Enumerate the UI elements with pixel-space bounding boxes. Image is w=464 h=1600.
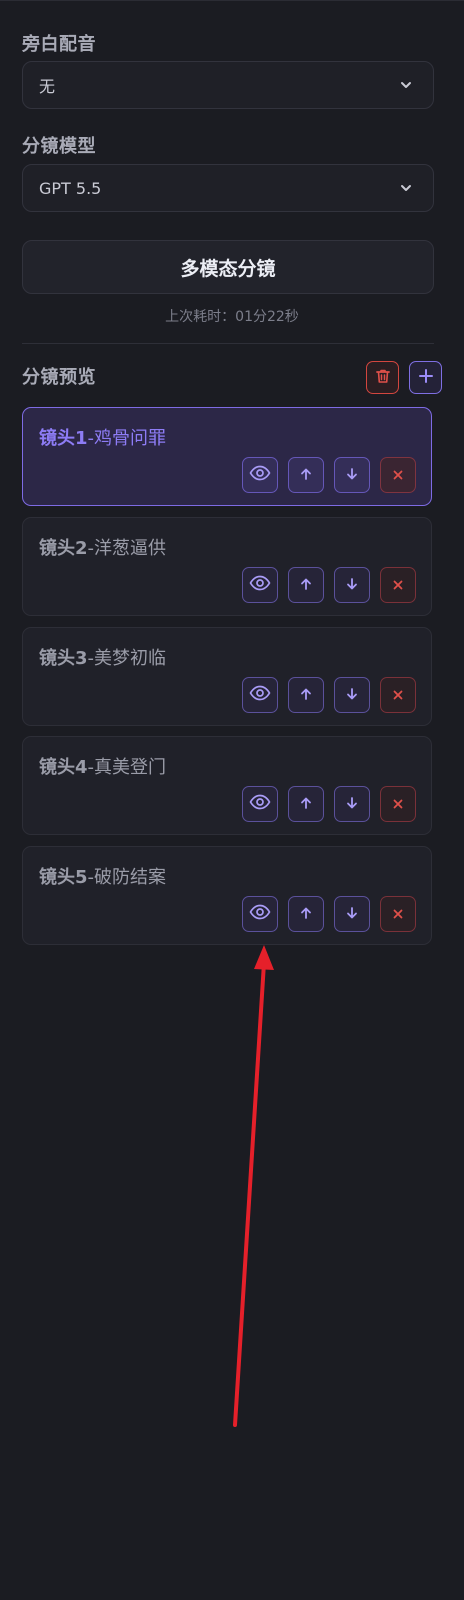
arrow-down-icon bbox=[345, 576, 359, 595]
shot-number: 镜头2 bbox=[39, 538, 88, 559]
arrow-down-icon bbox=[345, 905, 359, 924]
delete-shot-button[interactable] bbox=[380, 457, 416, 493]
move-up-button[interactable] bbox=[288, 896, 324, 932]
shot-name: -鸡骨问罪 bbox=[87, 428, 167, 449]
move-down-button[interactable] bbox=[334, 457, 370, 493]
eye-icon bbox=[249, 575, 271, 595]
shot-card[interactable]: 镜头2-洋葱逼供 bbox=[22, 517, 432, 616]
arrow-up-icon bbox=[299, 576, 313, 595]
shot-name: -美梦初临 bbox=[87, 648, 167, 669]
shot-actions bbox=[242, 786, 416, 822]
arrow-up-icon bbox=[299, 795, 313, 814]
close-icon bbox=[392, 905, 404, 924]
arrow-down-icon bbox=[345, 686, 359, 705]
preview-shot-button[interactable] bbox=[242, 786, 278, 822]
shot-actions bbox=[242, 896, 416, 932]
move-up-button[interactable] bbox=[288, 786, 324, 822]
chevron-down-icon bbox=[395, 74, 417, 96]
move-down-button[interactable] bbox=[334, 786, 370, 822]
delete-shot-button[interactable] bbox=[380, 896, 416, 932]
eye-icon bbox=[249, 904, 271, 924]
model-select[interactable]: GPT 5.5 bbox=[22, 164, 434, 212]
shot-title: 镜头1-鸡骨问罪 bbox=[39, 424, 166, 450]
preview-shot-button[interactable] bbox=[242, 677, 278, 713]
shot-title: 镜头3-美梦初临 bbox=[39, 644, 166, 670]
divider bbox=[22, 343, 434, 344]
elapsed-time: 上次耗时：01分22秒 bbox=[165, 309, 299, 325]
shot-number: 镜头3 bbox=[39, 648, 88, 669]
narration-label: 旁白配音 bbox=[22, 34, 96, 55]
move-down-button[interactable] bbox=[334, 677, 370, 713]
delete-all-button[interactable] bbox=[366, 361, 399, 394]
close-icon bbox=[392, 686, 404, 705]
shot-title: 镜头5-破防结案 bbox=[39, 863, 166, 889]
eye-icon bbox=[249, 794, 271, 814]
move-down-button[interactable] bbox=[334, 896, 370, 932]
shot-title: 镜头4-真美登门 bbox=[39, 753, 166, 779]
move-down-button[interactable] bbox=[334, 567, 370, 603]
shot-title: 镜头2-洋葱逼供 bbox=[39, 534, 166, 560]
shot-number: 镜头1 bbox=[39, 428, 88, 449]
shot-card[interactable]: 镜头4-真美登门 bbox=[22, 736, 432, 835]
preview-shot-button[interactable] bbox=[242, 457, 278, 493]
delete-shot-button[interactable] bbox=[380, 567, 416, 603]
move-up-button[interactable] bbox=[288, 677, 324, 713]
preview-label: 分镜预览 bbox=[22, 367, 96, 388]
shot-actions bbox=[242, 457, 416, 493]
add-shot-button[interactable] bbox=[409, 361, 442, 394]
preview-shot-button[interactable] bbox=[242, 567, 278, 603]
trash-icon bbox=[374, 367, 392, 389]
arrow-up-icon bbox=[299, 466, 313, 485]
preview-shot-button[interactable] bbox=[242, 896, 278, 932]
shot-name: -洋葱逼供 bbox=[87, 538, 167, 559]
shot-actions bbox=[242, 677, 416, 713]
close-icon bbox=[392, 576, 404, 595]
move-up-button[interactable] bbox=[288, 457, 324, 493]
shot-name: -真美登门 bbox=[87, 757, 167, 778]
move-up-button[interactable] bbox=[288, 567, 324, 603]
arrow-up-icon bbox=[299, 686, 313, 705]
eye-icon bbox=[249, 465, 271, 485]
shot-number: 镜头4 bbox=[39, 757, 88, 778]
arrow-up-icon bbox=[299, 905, 313, 924]
narration-select[interactable]: 无 bbox=[22, 61, 434, 109]
close-icon bbox=[392, 466, 404, 485]
arrow-down-icon bbox=[345, 795, 359, 814]
model-label: 分镜模型 bbox=[22, 136, 96, 157]
plus-icon bbox=[417, 367, 435, 389]
storyboard-panel: 旁白配音 无 分镜模型 GPT 5.5 多模态分镜 上次耗时：01分22秒 分镜… bbox=[0, 0, 464, 1600]
eye-icon bbox=[249, 685, 271, 705]
chevron-down-icon bbox=[395, 177, 417, 199]
delete-shot-button[interactable] bbox=[380, 786, 416, 822]
shot-card[interactable]: 镜头1-鸡骨问罪 bbox=[22, 407, 432, 506]
shot-card[interactable]: 镜头3-美梦初临 bbox=[22, 627, 432, 726]
narration-select-value: 无 bbox=[39, 77, 56, 96]
shot-name: -破防结案 bbox=[87, 867, 167, 888]
shot-number: 镜头5 bbox=[39, 867, 88, 888]
delete-shot-button[interactable] bbox=[380, 677, 416, 713]
close-icon bbox=[392, 795, 404, 814]
model-select-value: GPT 5.5 bbox=[39, 178, 102, 198]
arrow-down-icon bbox=[345, 466, 359, 485]
shot-card[interactable]: 镜头5-破防结案 bbox=[22, 846, 432, 945]
shot-actions bbox=[242, 567, 416, 603]
multimodal-storyboard-button[interactable]: 多模态分镜 bbox=[22, 240, 434, 294]
